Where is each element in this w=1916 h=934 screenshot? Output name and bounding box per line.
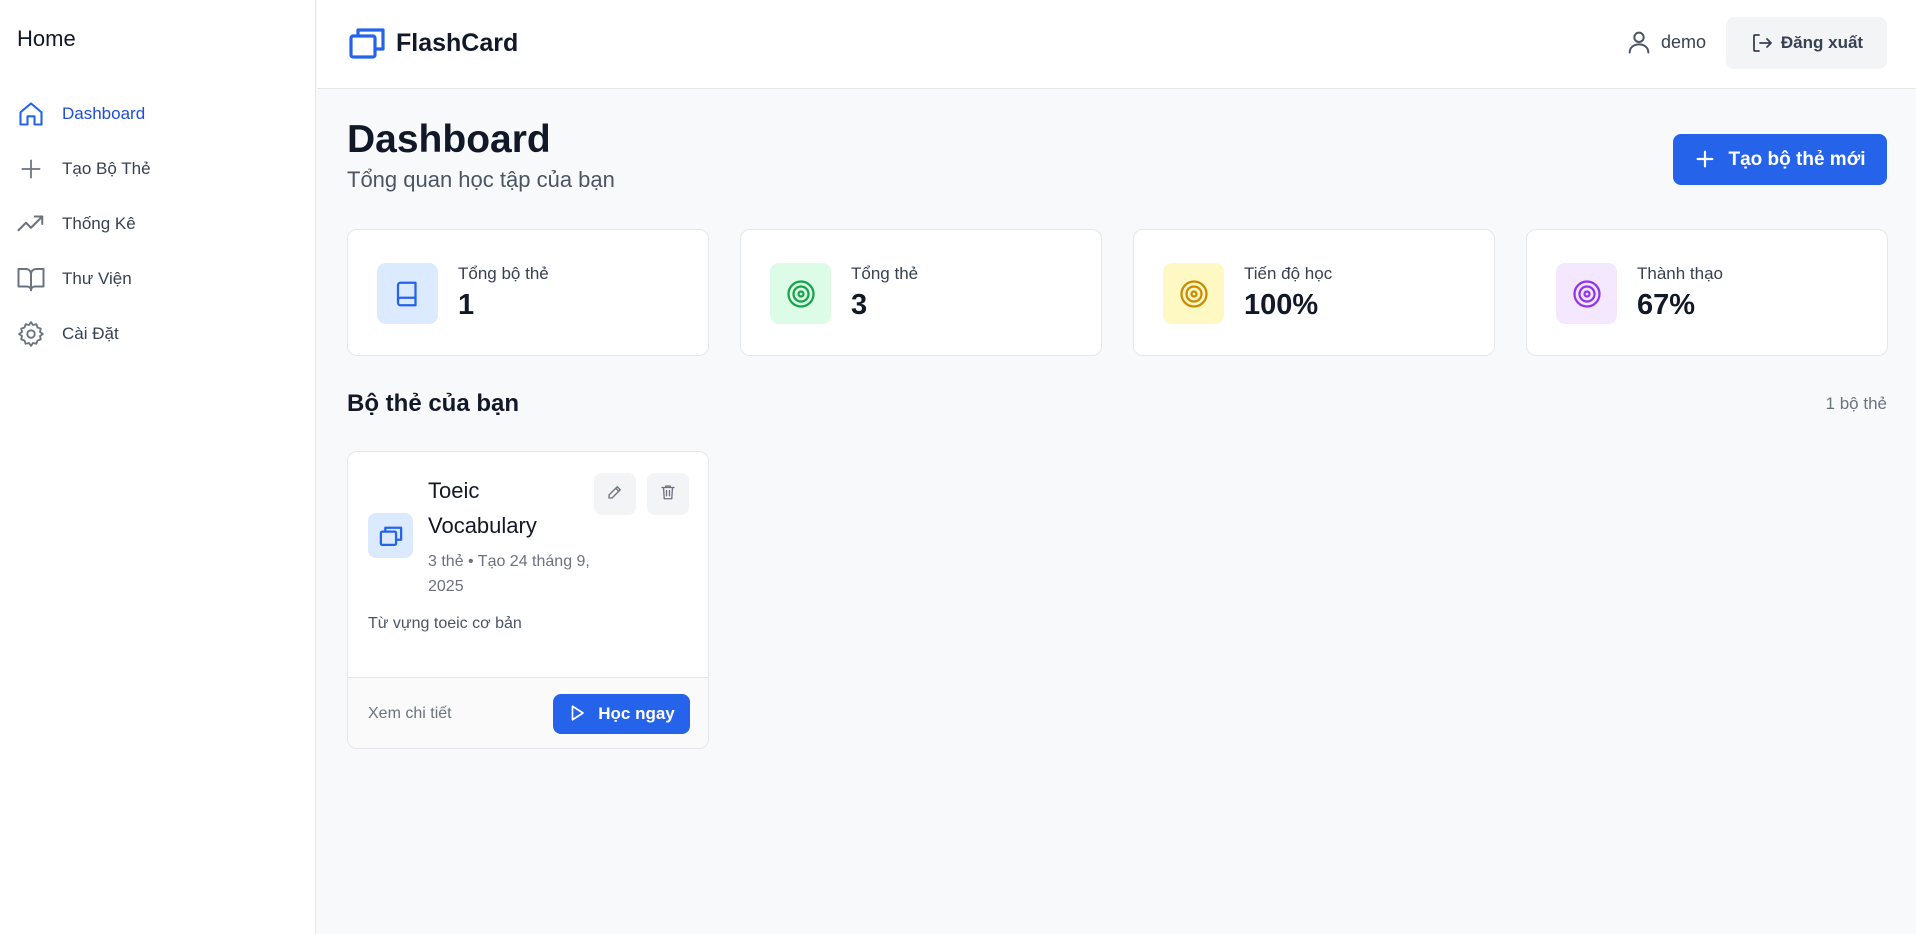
sidebar-item-statistics[interactable]: Thống Kê	[0, 196, 316, 251]
create-deck-label: Tạo bộ thẻ mới	[1728, 148, 1866, 170]
study-now-button[interactable]: Học ngay	[553, 694, 690, 734]
create-deck-button[interactable]: Tạo bộ thẻ mới	[1673, 134, 1887, 185]
brand-name: FlashCard	[396, 28, 519, 57]
book-open-icon	[16, 264, 46, 294]
sidebar-item-settings[interactable]: Cài Đặt	[0, 306, 316, 361]
stat-label: Tổng thẻ	[851, 264, 919, 283]
stat-value: 1	[458, 289, 475, 321]
book-icon	[377, 263, 438, 324]
view-details-link[interactable]: Xem chi tiết	[368, 705, 452, 723]
user-info[interactable]: demo	[1625, 28, 1706, 56]
delete-deck-button[interactable]	[647, 473, 689, 515]
user-icon	[1625, 28, 1653, 56]
deck-description: Từ vựng toeic cơ bản	[368, 615, 522, 632]
section-title: Bộ thẻ của bạn	[347, 390, 520, 417]
stat-card-progress: Tiến độ học 100%	[1133, 229, 1495, 356]
sidebar-item-label: Cài Đặt	[62, 323, 119, 343]
target-icon	[1163, 263, 1224, 324]
deck-card-footer: Xem chi tiết Học ngay	[348, 677, 708, 748]
play-icon	[568, 704, 588, 724]
stat-card-total-decks: Tổng bộ thẻ 1	[347, 229, 709, 356]
plus-icon	[16, 154, 46, 184]
stat-card-total-cards: Tổng thẻ 3	[740, 229, 1102, 356]
sidebar-item-label: Thư Viện	[62, 268, 132, 288]
plus-icon	[1694, 148, 1718, 172]
study-now-label: Học ngay	[598, 704, 675, 723]
sidebar-item-label: Dashboard	[62, 103, 146, 123]
target-icon	[1556, 263, 1617, 324]
sidebar-item-label: Thống Kê	[62, 213, 136, 233]
sidebar-item-dashboard[interactable]: Dashboard	[0, 86, 316, 141]
cards-logo-icon	[348, 26, 386, 60]
stat-value: 100%	[1244, 289, 1319, 321]
trending-up-icon	[16, 209, 46, 239]
page-subtitle: Tổng quan học tập của bạn	[347, 167, 615, 192]
edit-deck-button[interactable]	[594, 473, 636, 515]
stat-value: 3	[851, 289, 868, 321]
deck-name: Toeic Vocabulary	[428, 478, 537, 538]
logout-icon	[1750, 31, 1774, 55]
brand[interactable]: FlashCard	[348, 26, 518, 60]
deck-meta: 3 thẻ • Tạo 24 tháng 9, 2025	[428, 553, 590, 595]
sidebar-title: Home	[17, 26, 76, 51]
cards-icon	[368, 513, 413, 558]
trash-icon	[659, 483, 677, 506]
page-title: Dashboard	[347, 118, 551, 161]
sidebar-item-label: Tạo Bộ Thẻ	[62, 158, 151, 178]
home-icon	[16, 99, 46, 129]
sidebar: Home Dashboard Tạo Bộ Thẻ Thống Kê Thư V…	[0, 0, 316, 934]
deck-count: 1 bộ thẻ	[1825, 394, 1887, 413]
sidebar-nav: Dashboard Tạo Bộ Thẻ Thống Kê Thư Viện C…	[0, 86, 316, 361]
stat-value: 67%	[1637, 289, 1696, 321]
gear-icon	[16, 319, 46, 349]
stat-label: Thành thạo	[1637, 264, 1724, 283]
logout-label: Đăng xuất	[1780, 33, 1864, 52]
sidebar-item-create-deck[interactable]: Tạo Bộ Thẻ	[0, 141, 316, 196]
top-header: FlashCard demo Đăng xuất	[317, 0, 1916, 89]
username: demo	[1661, 31, 1707, 52]
logout-button[interactable]: Đăng xuất	[1726, 17, 1887, 69]
pencil-icon	[606, 483, 624, 506]
stat-label: Tổng bộ thẻ	[458, 264, 549, 283]
deck-card[interactable]: Toeic Vocabulary 3 thẻ • Tạo 24 tháng 9,…	[347, 451, 709, 749]
stat-label: Tiến độ học	[1244, 264, 1333, 283]
stat-card-mastery: Thành thạo 67%	[1526, 229, 1888, 356]
target-icon	[770, 263, 831, 324]
sidebar-item-library[interactable]: Thư Viện	[0, 251, 316, 306]
